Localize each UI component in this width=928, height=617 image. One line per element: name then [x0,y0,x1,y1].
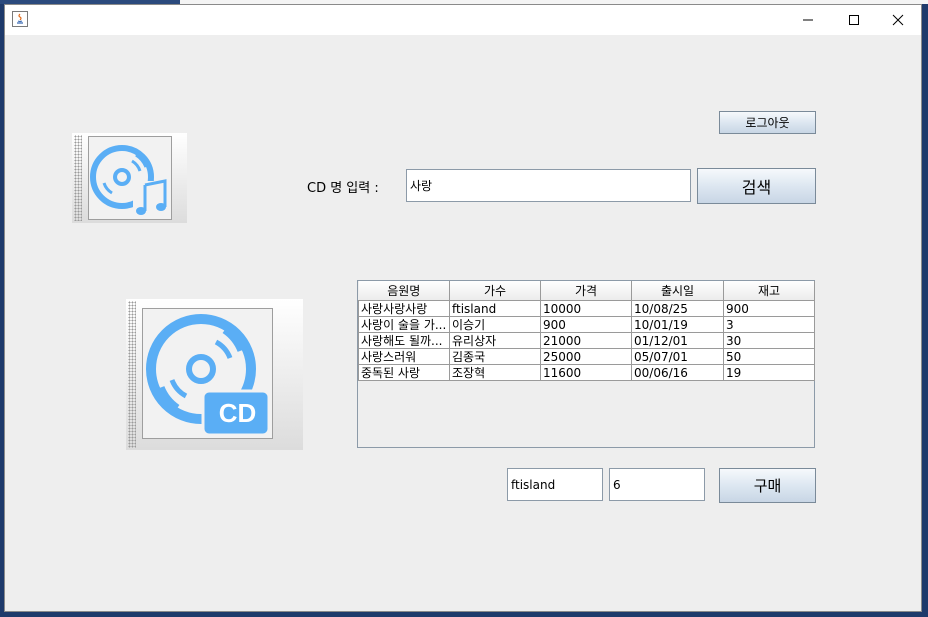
app-window: 로그아웃 CD 명 입력 : 검색 CD [4,4,922,612]
cd-icon: CD [142,308,273,439]
table-row[interactable]: 사랑사랑사랑 ftisland 10000 10/08/25 900 [358,300,815,317]
table-row[interactable]: 사랑이 술을 가... 이승기 900 10/01/19 3 [358,316,815,333]
search-input[interactable] [406,169,691,202]
logout-button[interactable]: 로그아웃 [719,111,816,134]
column-header-stock[interactable]: 재고 [723,281,815,301]
results-grid: 음원명 가수 가격 출시일 재고 사랑사랑사랑 ftisland 10000 1… [358,281,815,381]
cell-singer[interactable]: 조장혁 [449,364,541,381]
singer-field[interactable] [507,468,603,501]
cell-price[interactable]: 25000 [540,348,632,365]
table-header-row: 음원명 가수 가격 출시일 재고 [358,281,815,301]
music-image-panel [72,133,187,223]
cell-stock[interactable]: 3 [723,316,815,333]
cell-price[interactable]: 21000 [540,332,632,349]
results-table[interactable]: 음원명 가수 가격 출시일 재고 사랑사랑사랑 ftisland 10000 1… [357,280,815,448]
cell-price[interactable]: 10000 [540,300,632,317]
cell-singer[interactable]: 유리상자 [449,332,541,349]
cell-stock[interactable]: 19 [723,364,815,381]
maximize-button[interactable] [831,5,877,35]
column-header-title[interactable]: 음원명 [358,281,450,301]
cd-image-panel: CD [126,299,303,450]
table-row[interactable]: 중독된 사랑 조장혁 11600 00/06/16 19 [358,364,815,381]
cell-release-date[interactable]: 00/06/16 [631,364,724,381]
cd-badge-text: CD [218,398,257,428]
table-row[interactable]: 사랑스러워 김종국 25000 05/07/01 50 [358,348,815,365]
panel-grip [74,135,82,221]
table-row[interactable]: 사랑해도 될까... 유리상자 21000 01/12/01 30 [358,332,815,349]
cell-singer[interactable]: 이승기 [449,316,541,333]
column-header-singer[interactable]: 가수 [449,281,541,301]
search-button[interactable]: 검색 [697,168,816,204]
title-bar[interactable] [5,5,921,35]
cell-stock[interactable]: 30 [723,332,815,349]
java-app-icon [12,11,28,27]
music-cd-icon [88,136,172,220]
panel-grip [128,301,136,448]
minimize-button[interactable] [785,5,831,35]
column-header-price[interactable]: 가격 [540,281,632,301]
cell-release-date[interactable]: 10/01/19 [631,316,724,333]
cell-release-date[interactable]: 01/12/01 [631,332,724,349]
cell-singer[interactable]: ftisland [449,300,541,317]
cell-price[interactable]: 11600 [540,364,632,381]
cell-stock[interactable]: 900 [723,300,815,317]
maximize-icon [849,15,859,25]
search-label: CD 명 입력 : [307,181,379,196]
cell-title[interactable]: 사랑해도 될까... [358,332,450,349]
cell-title[interactable]: 중독된 사랑 [358,364,450,381]
cell-title[interactable]: 사랑스러워 [358,348,450,365]
cell-release-date[interactable]: 10/08/25 [631,300,724,317]
minimize-icon [803,19,813,21]
cell-stock[interactable]: 50 [723,348,815,365]
cell-release-date[interactable]: 05/07/01 [631,348,724,365]
cell-price[interactable]: 900 [540,316,632,333]
main-content: 로그아웃 CD 명 입력 : 검색 CD [5,35,921,611]
cell-singer[interactable]: 김종국 [449,348,541,365]
quantity-field[interactable] [609,468,705,501]
cell-title[interactable]: 사랑이 술을 가... [358,316,450,333]
cell-title[interactable]: 사랑사랑사랑 [358,300,450,317]
close-button[interactable] [875,5,921,35]
buy-button[interactable]: 구매 [719,468,816,503]
column-header-release-date[interactable]: 출시일 [631,281,724,301]
close-icon [892,14,904,26]
